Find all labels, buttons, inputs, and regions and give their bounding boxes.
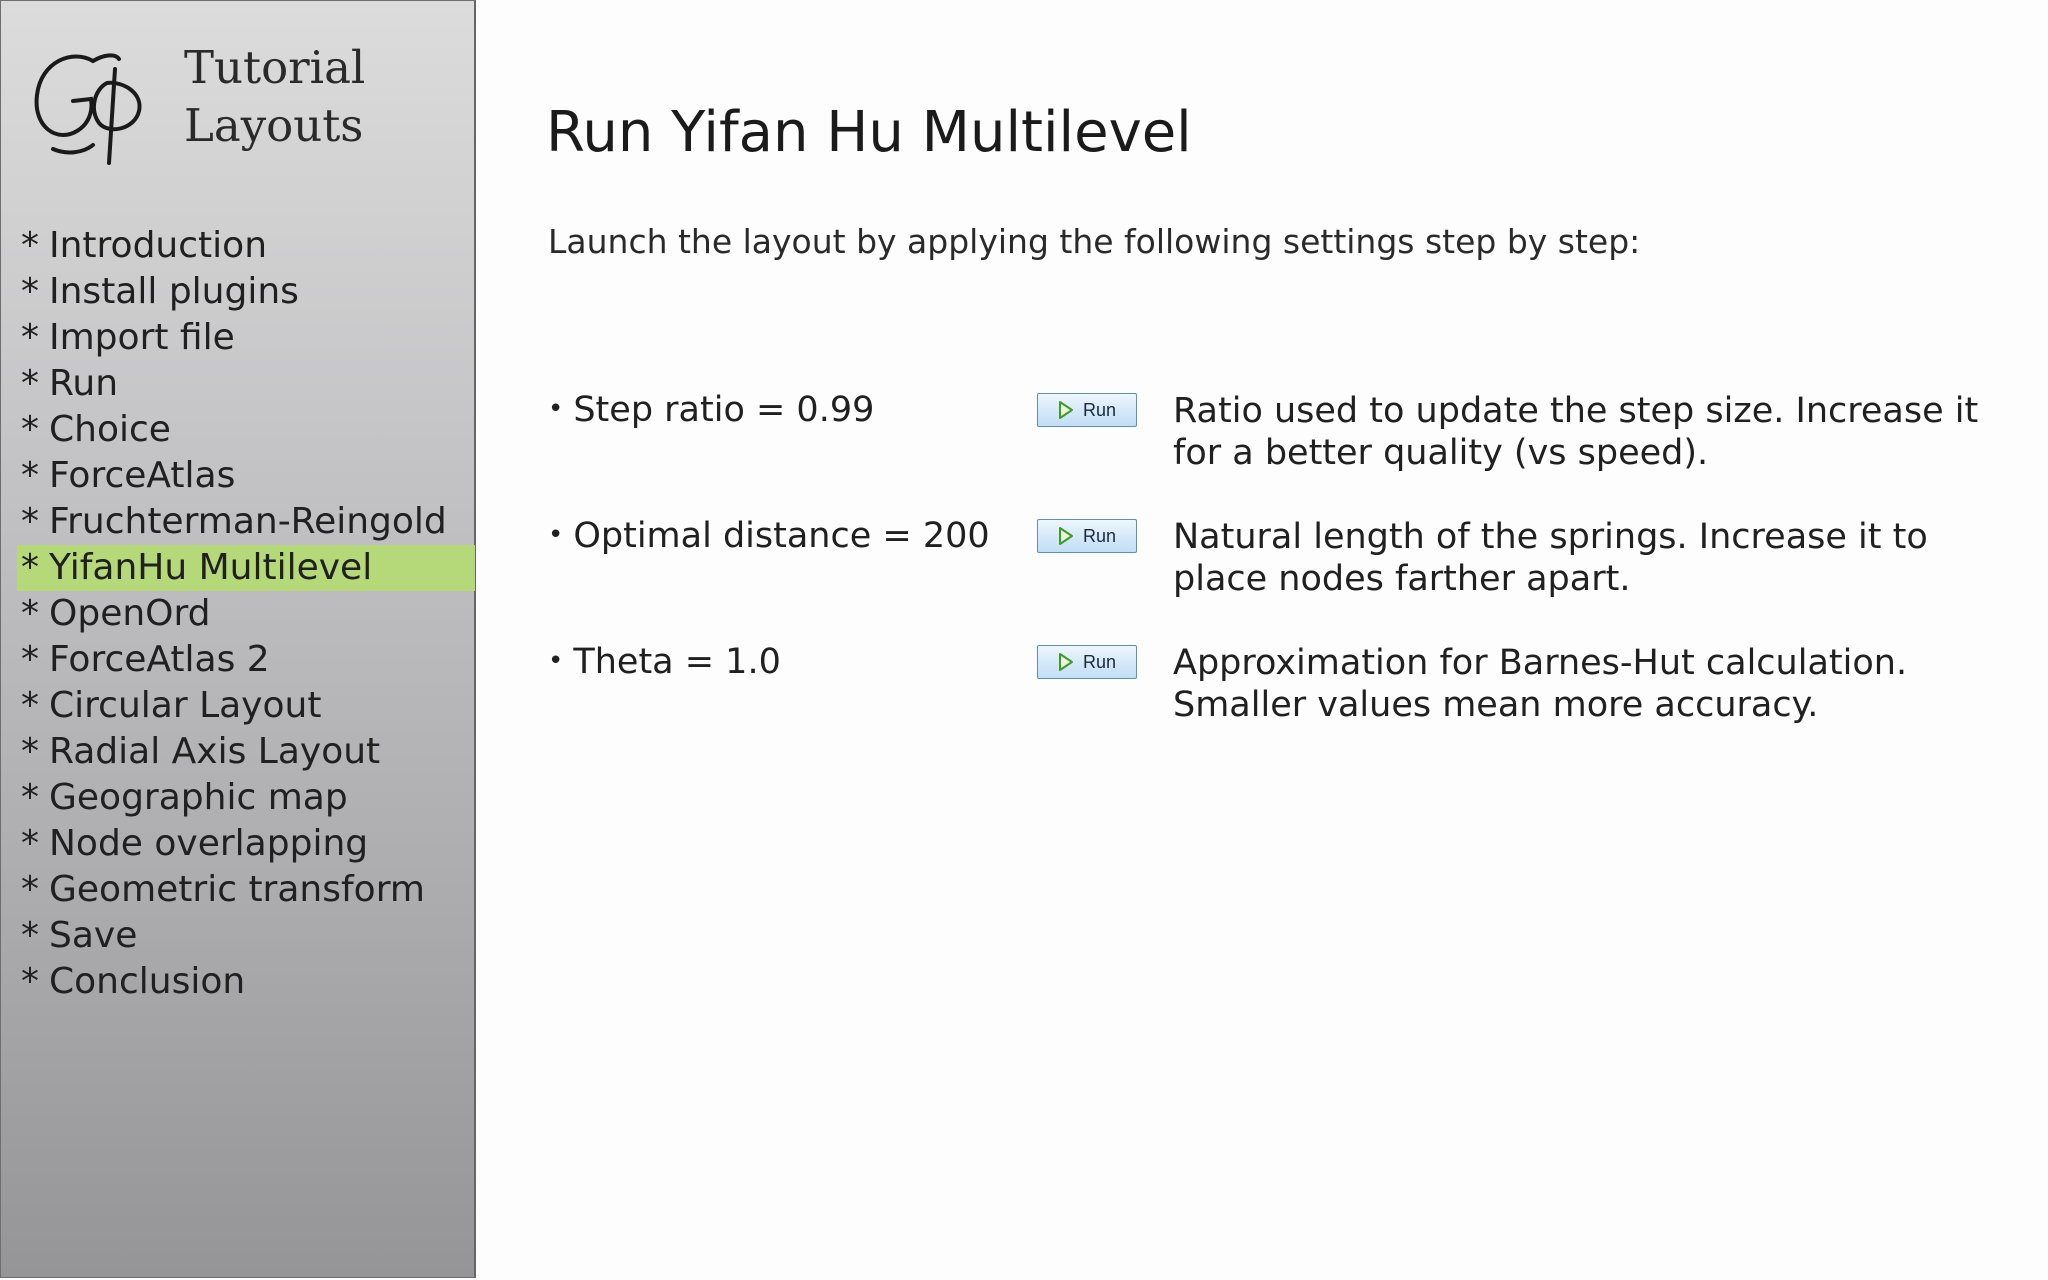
brand-line-1: Tutorial: [184, 41, 366, 94]
sidebar-item-geometric-transform[interactable]: * Geometric transform: [17, 867, 475, 913]
run-button[interactable]: Run: [1037, 519, 1137, 553]
sidebar-item-label: OpenOrd: [49, 593, 211, 634]
run-button-label: Run: [1083, 525, 1117, 546]
sidebar-item-circular-layout[interactable]: * Circular Layout: [17, 683, 475, 729]
bullet-star: *: [21, 685, 39, 726]
sidebar-item-fruchterman-reingold[interactable]: * Fruchterman-Reingold: [17, 499, 475, 545]
sidebar-item-label: Conclusion: [49, 961, 246, 1002]
sidebar-item-label: Geometric transform: [49, 869, 425, 910]
bullet-star: *: [21, 961, 39, 1002]
sidebar-item-label: Node overlapping: [49, 823, 369, 864]
sidebar-item-openord[interactable]: * OpenOrd: [17, 591, 475, 637]
sidebar-item-label: Import file: [49, 317, 235, 358]
sidebar-item-label: Circular Layout: [49, 685, 322, 726]
bullet-dot: •: [548, 394, 564, 424]
gephi-logo-icon: [34, 53, 142, 165]
sidebar-item-run[interactable]: * Run: [17, 361, 475, 407]
sidebar-item-choice[interactable]: * Choice: [17, 407, 475, 453]
bullet-star: *: [21, 225, 39, 266]
sidebar-item-label: Fruchterman-Reingold: [49, 501, 447, 542]
bullet-star: *: [21, 409, 39, 450]
page-title: Run Yifan Hu Multilevel: [546, 100, 1192, 165]
sidebar-item-conclusion[interactable]: * Conclusion: [17, 959, 475, 1005]
run-button[interactable]: Run: [1037, 393, 1137, 427]
setting-label-text: Optimal distance = 200: [573, 516, 990, 556]
sidebar-item-node-overlapping[interactable]: * Node overlapping: [17, 821, 475, 867]
sidebar-item-label: Geographic map: [49, 777, 348, 818]
sidebar-item-forceatlas[interactable]: * ForceAtlas: [17, 453, 475, 499]
sidebar-item-label: ForceAtlas: [49, 455, 236, 496]
bullet-star: *: [21, 915, 39, 956]
run-button[interactable]: Run: [1037, 645, 1137, 679]
bullet-star: *: [21, 593, 39, 634]
bullet-dot: •: [548, 520, 564, 550]
run-button-label: Run: [1083, 651, 1117, 672]
setting-description: Ratio used to update the step size. Incr…: [1173, 391, 1979, 473]
bullet-star: *: [21, 501, 39, 542]
bullet-star: *: [21, 777, 39, 818]
bullet-dot: •: [548, 646, 564, 676]
setting-description: Natural length of the springs. Increase …: [1173, 517, 1928, 599]
run-button-label: Run: [1083, 399, 1117, 420]
play-icon: [1059, 401, 1073, 419]
brand-title: Tutorial Layouts: [184, 39, 365, 155]
sidebar-item-label: ForceAtlas 2: [49, 639, 270, 680]
setting-label: • Step ratio = 0.99: [548, 390, 874, 430]
play-icon: [1059, 653, 1073, 671]
sidebar-item-label: YifanHu Multilevel: [49, 547, 373, 588]
setting-label-text: Theta = 1.0: [573, 642, 781, 682]
sidebar-item-label: Introduction: [49, 225, 268, 266]
sidebar-item-forceatlas-2[interactable]: * ForceAtlas 2: [17, 637, 475, 683]
setting-step-ratio: • Step ratio = 0.99 Run Ratio used to upd…: [548, 390, 1988, 500]
bullet-star: *: [21, 363, 39, 404]
sidebar-item-radial-axis-layout[interactable]: * Radial Axis Layout: [17, 729, 475, 775]
bullet-star: *: [21, 317, 39, 358]
sidebar-item-label: Choice: [49, 409, 171, 450]
play-icon: [1059, 527, 1073, 545]
bullet-star: *: [21, 271, 39, 312]
brand-line-2: Layouts: [184, 99, 364, 152]
setting-label: • Theta = 1.0: [548, 642, 781, 682]
bullet-star: *: [21, 639, 39, 680]
sidebar-item-import-file[interactable]: * Import file: [17, 315, 475, 361]
sidebar-item-install-plugins[interactable]: * Install plugins: [17, 269, 475, 315]
bullet-star: *: [21, 869, 39, 910]
setting-label-text: Step ratio = 0.99: [573, 390, 875, 430]
setting-label: • Optimal distance = 200: [548, 516, 990, 556]
sidebar: Tutorial Layouts * Introduction * Install …: [0, 0, 476, 1278]
sidebar-item-label: Radial Axis Layout: [49, 731, 381, 772]
setting-description: Approximation for Barnes-Hut calculation…: [1173, 643, 1908, 725]
tutorial-page: Tutorial Layouts * Introduction * Install …: [0, 0, 2048, 1280]
sidebar-item-geographic-map[interactable]: * Geographic map: [17, 775, 475, 821]
setting-theta: • Theta = 1.0 Run Approximation for Barne…: [548, 642, 1988, 752]
sidebar-item-label: Save: [49, 915, 138, 956]
sidebar-nav: * Introduction * Install plugins * Import f…: [17, 223, 475, 1005]
sidebar-item-yifanhu-multilevel[interactable]: * YifanHu Multilevel: [17, 545, 475, 591]
intro-text: Launch the layout by applying the follow…: [548, 222, 1641, 261]
bullet-star: *: [21, 455, 39, 496]
bullet-star: *: [21, 547, 39, 588]
bullet-star: *: [21, 823, 39, 864]
bullet-star: *: [21, 731, 39, 772]
sidebar-item-introduction[interactable]: * Introduction: [17, 223, 475, 269]
sidebar-item-label: Install plugins: [49, 271, 299, 312]
sidebar-item-save[interactable]: * Save: [17, 913, 475, 959]
setting-optimal-distance: • Optimal distance = 200 Run Natural leng…: [548, 516, 1988, 626]
sidebar-item-label: Run: [49, 363, 119, 404]
